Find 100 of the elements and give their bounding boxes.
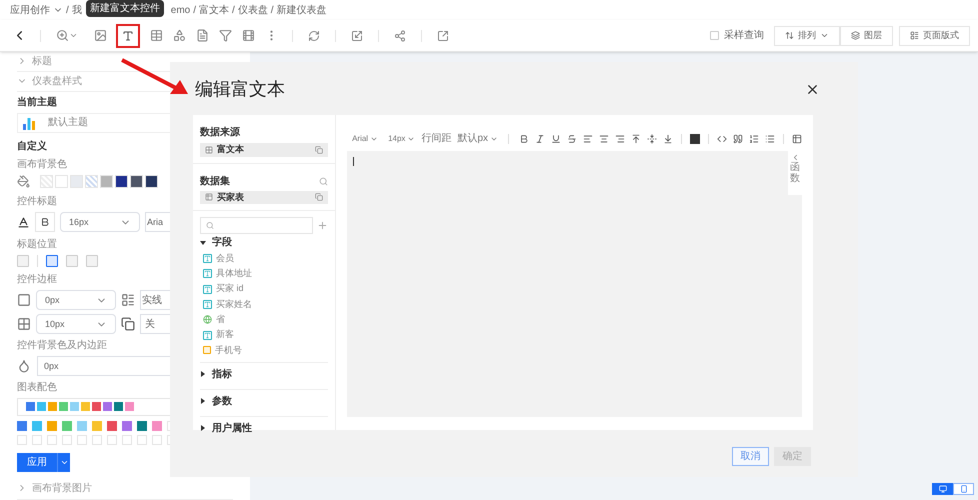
color-swatch[interactable] (100, 175, 113, 188)
quote-button[interactable] (733, 134, 743, 144)
empty-color-slot[interactable] (107, 434, 117, 445)
phone-icon (960, 485, 968, 493)
field-item[interactable]: 手机号 (200, 342, 328, 358)
color-swatch[interactable] (32, 420, 42, 431)
font-family-select[interactable]: Arial (352, 132, 378, 144)
cancel-button[interactable]: 取消 (732, 447, 769, 466)
color-swatch[interactable] (77, 420, 87, 431)
field-item[interactable]: 省 (200, 312, 328, 328)
table-button[interactable] (792, 134, 802, 144)
field-item[interactable]: 新客 (200, 327, 328, 343)
apply-menu-button[interactable] (57, 452, 70, 472)
breadcrumb-item[interactable]: 新建仪表盘 (276, 2, 327, 18)
text-cursor (353, 157, 354, 166)
empty-color-slot[interactable] (152, 434, 162, 445)
color-swatch[interactable] (17, 420, 27, 431)
color-swatch[interactable] (47, 420, 57, 431)
empty-color-slot[interactable] (47, 434, 57, 445)
view-toggle-button[interactable] (953, 483, 974, 495)
field-item[interactable]: 会员 (200, 251, 328, 266)
empty-color-slot[interactable] (62, 434, 72, 445)
color-swatch[interactable] (40, 175, 53, 188)
field-item[interactable]: 买家 id (200, 282, 328, 297)
align-center-button[interactable] (599, 134, 609, 144)
caret-icon (200, 240, 206, 246)
text-color-button[interactable] (690, 134, 700, 144)
breadcrumb-item[interactable]: 我 (72, 2, 82, 18)
font-size-select[interactable]: 14px (388, 132, 416, 144)
empty-color-slot[interactable] (32, 434, 42, 445)
apply-button[interactable]: 应用 (17, 452, 57, 472)
paint-bucket-icon (17, 175, 30, 188)
breadcrumb-item[interactable]: 应用创作 (10, 2, 50, 18)
tree-group[interactable]: 参数 (200, 390, 328, 412)
rich-text-tool-button[interactable] (116, 24, 140, 48)
color-swatch[interactable] (137, 420, 147, 431)
bold-button[interactable] (35, 212, 55, 232)
color-swatch[interactable] (70, 175, 83, 188)
empty-color-slot[interactable] (122, 434, 132, 445)
underline-button[interactable] (551, 134, 561, 144)
title-position-option[interactable] (46, 255, 58, 268)
toolbar-button[interactable]: 页面版式 (899, 26, 970, 46)
color-swatch[interactable] (152, 420, 162, 431)
empty-color-slot[interactable] (92, 434, 102, 445)
resize-icon (351, 30, 363, 42)
code-button[interactable] (717, 134, 727, 144)
color-swatch[interactable] (107, 420, 117, 431)
globe-icon (203, 315, 212, 324)
toolbar-button[interactable]: 图层 (840, 26, 893, 46)
text-field-icon (203, 284, 212, 294)
italic-button[interactable] (535, 134, 545, 144)
field-item[interactable]: 买家姓名 (200, 296, 328, 312)
line-height-button[interactable]: 行间距 (421, 131, 452, 146)
view-toggle-button[interactable] (932, 483, 953, 495)
color-swatch[interactable] (115, 175, 128, 188)
ordered-list-button[interactable] (749, 134, 759, 144)
color-swatch[interactable] (92, 420, 102, 431)
add-button[interactable] (317, 220, 328, 231)
font-size-select[interactable]: 16px (60, 212, 140, 232)
tree-group[interactable]: 指标 (200, 363, 328, 386)
layers-icon (851, 31, 860, 40)
copy-icon (315, 193, 324, 202)
color-swatch[interactable] (145, 175, 158, 188)
color-swatch[interactable] (62, 420, 72, 431)
color-swatch[interactable] (122, 420, 132, 431)
tree-group[interactable]: 字段 (200, 234, 328, 251)
empty-color-slot[interactable] (137, 434, 147, 445)
chevron-down-icon (69, 31, 78, 40)
tree-group[interactable]: 用户属性 (200, 417, 328, 440)
corner-radius-select[interactable]: 10px (36, 314, 116, 334)
empty-color-slot[interactable] (17, 434, 27, 445)
text-icon (122, 30, 134, 42)
spacing-select[interactable]: 默认px (457, 131, 498, 146)
color-swatch[interactable] (85, 175, 98, 188)
border-width-select[interactable]: 0px (36, 290, 116, 310)
data-source-chip[interactable]: 富文本 (200, 143, 328, 156)
align-bottom-button[interactable] (663, 134, 673, 144)
empty-color-slot[interactable] (77, 434, 87, 445)
toolbar-button[interactable]: 排列 (774, 26, 840, 46)
editor-area[interactable]: 函数 (347, 151, 802, 417)
color-swatch[interactable] (55, 175, 68, 188)
dataset-chip[interactable]: 买家表 (200, 190, 328, 204)
breadcrumb-item[interactable]: emo (170, 2, 190, 18)
bullet-list-button[interactable] (765, 134, 775, 144)
search-field[interactable] (200, 217, 314, 234)
field-item[interactable]: 具体地址 (200, 266, 328, 282)
align-right-button[interactable] (615, 134, 625, 144)
align-top-button[interactable] (631, 134, 641, 144)
caret-icon (200, 371, 206, 378)
strikethrough-button[interactable] (567, 134, 577, 144)
align-left-button[interactable] (583, 134, 593, 144)
color-swatch[interactable] (130, 175, 143, 188)
breadcrumb-item[interactable]: 富文本 (199, 2, 230, 18)
sample-query-checkbox[interactable] (710, 31, 719, 40)
bold-button[interactable] (519, 134, 529, 144)
align-middle-button[interactable] (647, 134, 657, 144)
shadow-icon (121, 317, 135, 332)
functions-tab[interactable]: 函数 (788, 151, 802, 195)
breadcrumb-item[interactable]: 仪表盘 (238, 2, 268, 18)
corner-radius-icon (17, 317, 31, 332)
